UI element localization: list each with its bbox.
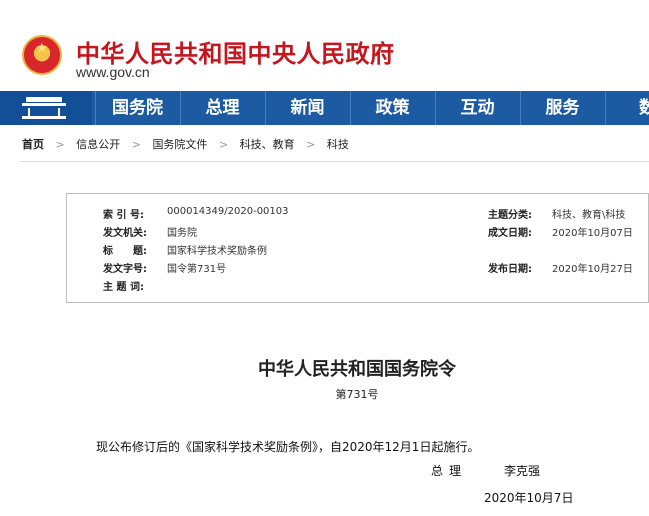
national-emblem-icon[interactable] <box>22 35 62 75</box>
breadcrumb-science-education[interactable]: 科技、教育 <box>240 136 295 152</box>
nav-item-news[interactable]: 新闻 <box>265 91 349 125</box>
document-info-box: 索 引 号: 000014349/2020-00103 主题分类: 科技、教育\… <box>66 193 649 303</box>
issuing-authority-value: 国务院 <box>167 228 197 239</box>
document-body-text: 现公布修订后的《国家科学技术奖励条例》，自2020年12月1日起施行。 <box>96 440 480 454</box>
signer-title: 总理 <box>431 464 468 478</box>
written-date-value: 2020年10月07日 <box>552 228 633 239</box>
breadcrumb-separator: > <box>131 138 141 151</box>
nav-home-button[interactable] <box>0 91 92 125</box>
nav-item-state-council[interactable]: 国务院 <box>95 91 179 125</box>
site-url[interactable]: www.gov.cn <box>76 64 150 80</box>
keywords-label: 主 题 词: <box>103 282 144 293</box>
subject-category-value: 科技、教育\科技 <box>552 210 626 221</box>
title-value: 国家科学技术奖励条例 <box>167 246 267 257</box>
index-number-label: 索 引 号: <box>103 210 144 221</box>
breadcrumb-separator: > <box>55 138 65 151</box>
signature-date: 2020年10月7日 <box>484 491 574 505</box>
written-date-label: 成文日期: <box>488 228 532 239</box>
nav-item-premier[interactable]: 总理 <box>180 91 264 125</box>
document-title: 中华人民共和国国务院令 <box>258 359 456 380</box>
site-header: 中华人民共和国中央人民政府 www.gov.cn <box>0 0 649 91</box>
breadcrumb-divider <box>20 161 649 162</box>
nav-item-interaction[interactable]: 互动 <box>435 91 519 125</box>
title-label: 标 题: <box>103 246 147 257</box>
issuing-authority-label: 发文机关: <box>103 228 147 239</box>
breadcrumb-science[interactable]: 科技 <box>327 136 349 152</box>
main-navigation: 国务院 总理 新闻 政策 互动 服务 数 <box>0 91 649 125</box>
breadcrumb-state-council-documents[interactable]: 国务院文件 <box>152 136 207 152</box>
document-number-label: 发文字号: <box>103 264 147 275</box>
breadcrumb-home[interactable]: 首页 <box>22 136 44 152</box>
breadcrumb-separator: > <box>306 138 316 151</box>
breadcrumb-separator: > <box>218 138 229 151</box>
publish-date-value: 2020年10月27日 <box>552 264 633 275</box>
publish-date-label: 发布日期: <box>488 264 532 275</box>
nav-item-data[interactable]: 数 <box>605 91 649 125</box>
breadcrumb: 首页 > 信息公开 > 国务院文件 > 科技、教育 > 科技 <box>22 136 349 152</box>
breadcrumb-info-disclosure[interactable]: 信息公开 <box>76 136 120 152</box>
document-number-value: 国令第731号 <box>167 264 227 275</box>
order-number: 第731号 <box>335 388 379 401</box>
signer-name: 李克强 <box>504 464 541 478</box>
nav-item-policy[interactable]: 政策 <box>350 91 434 125</box>
nav-item-service[interactable]: 服务 <box>520 91 604 125</box>
tiananmen-gate-icon <box>22 97 66 119</box>
index-number-value: 000014349/2020-00103 <box>167 206 289 217</box>
subject-category-label: 主题分类: <box>488 210 532 221</box>
